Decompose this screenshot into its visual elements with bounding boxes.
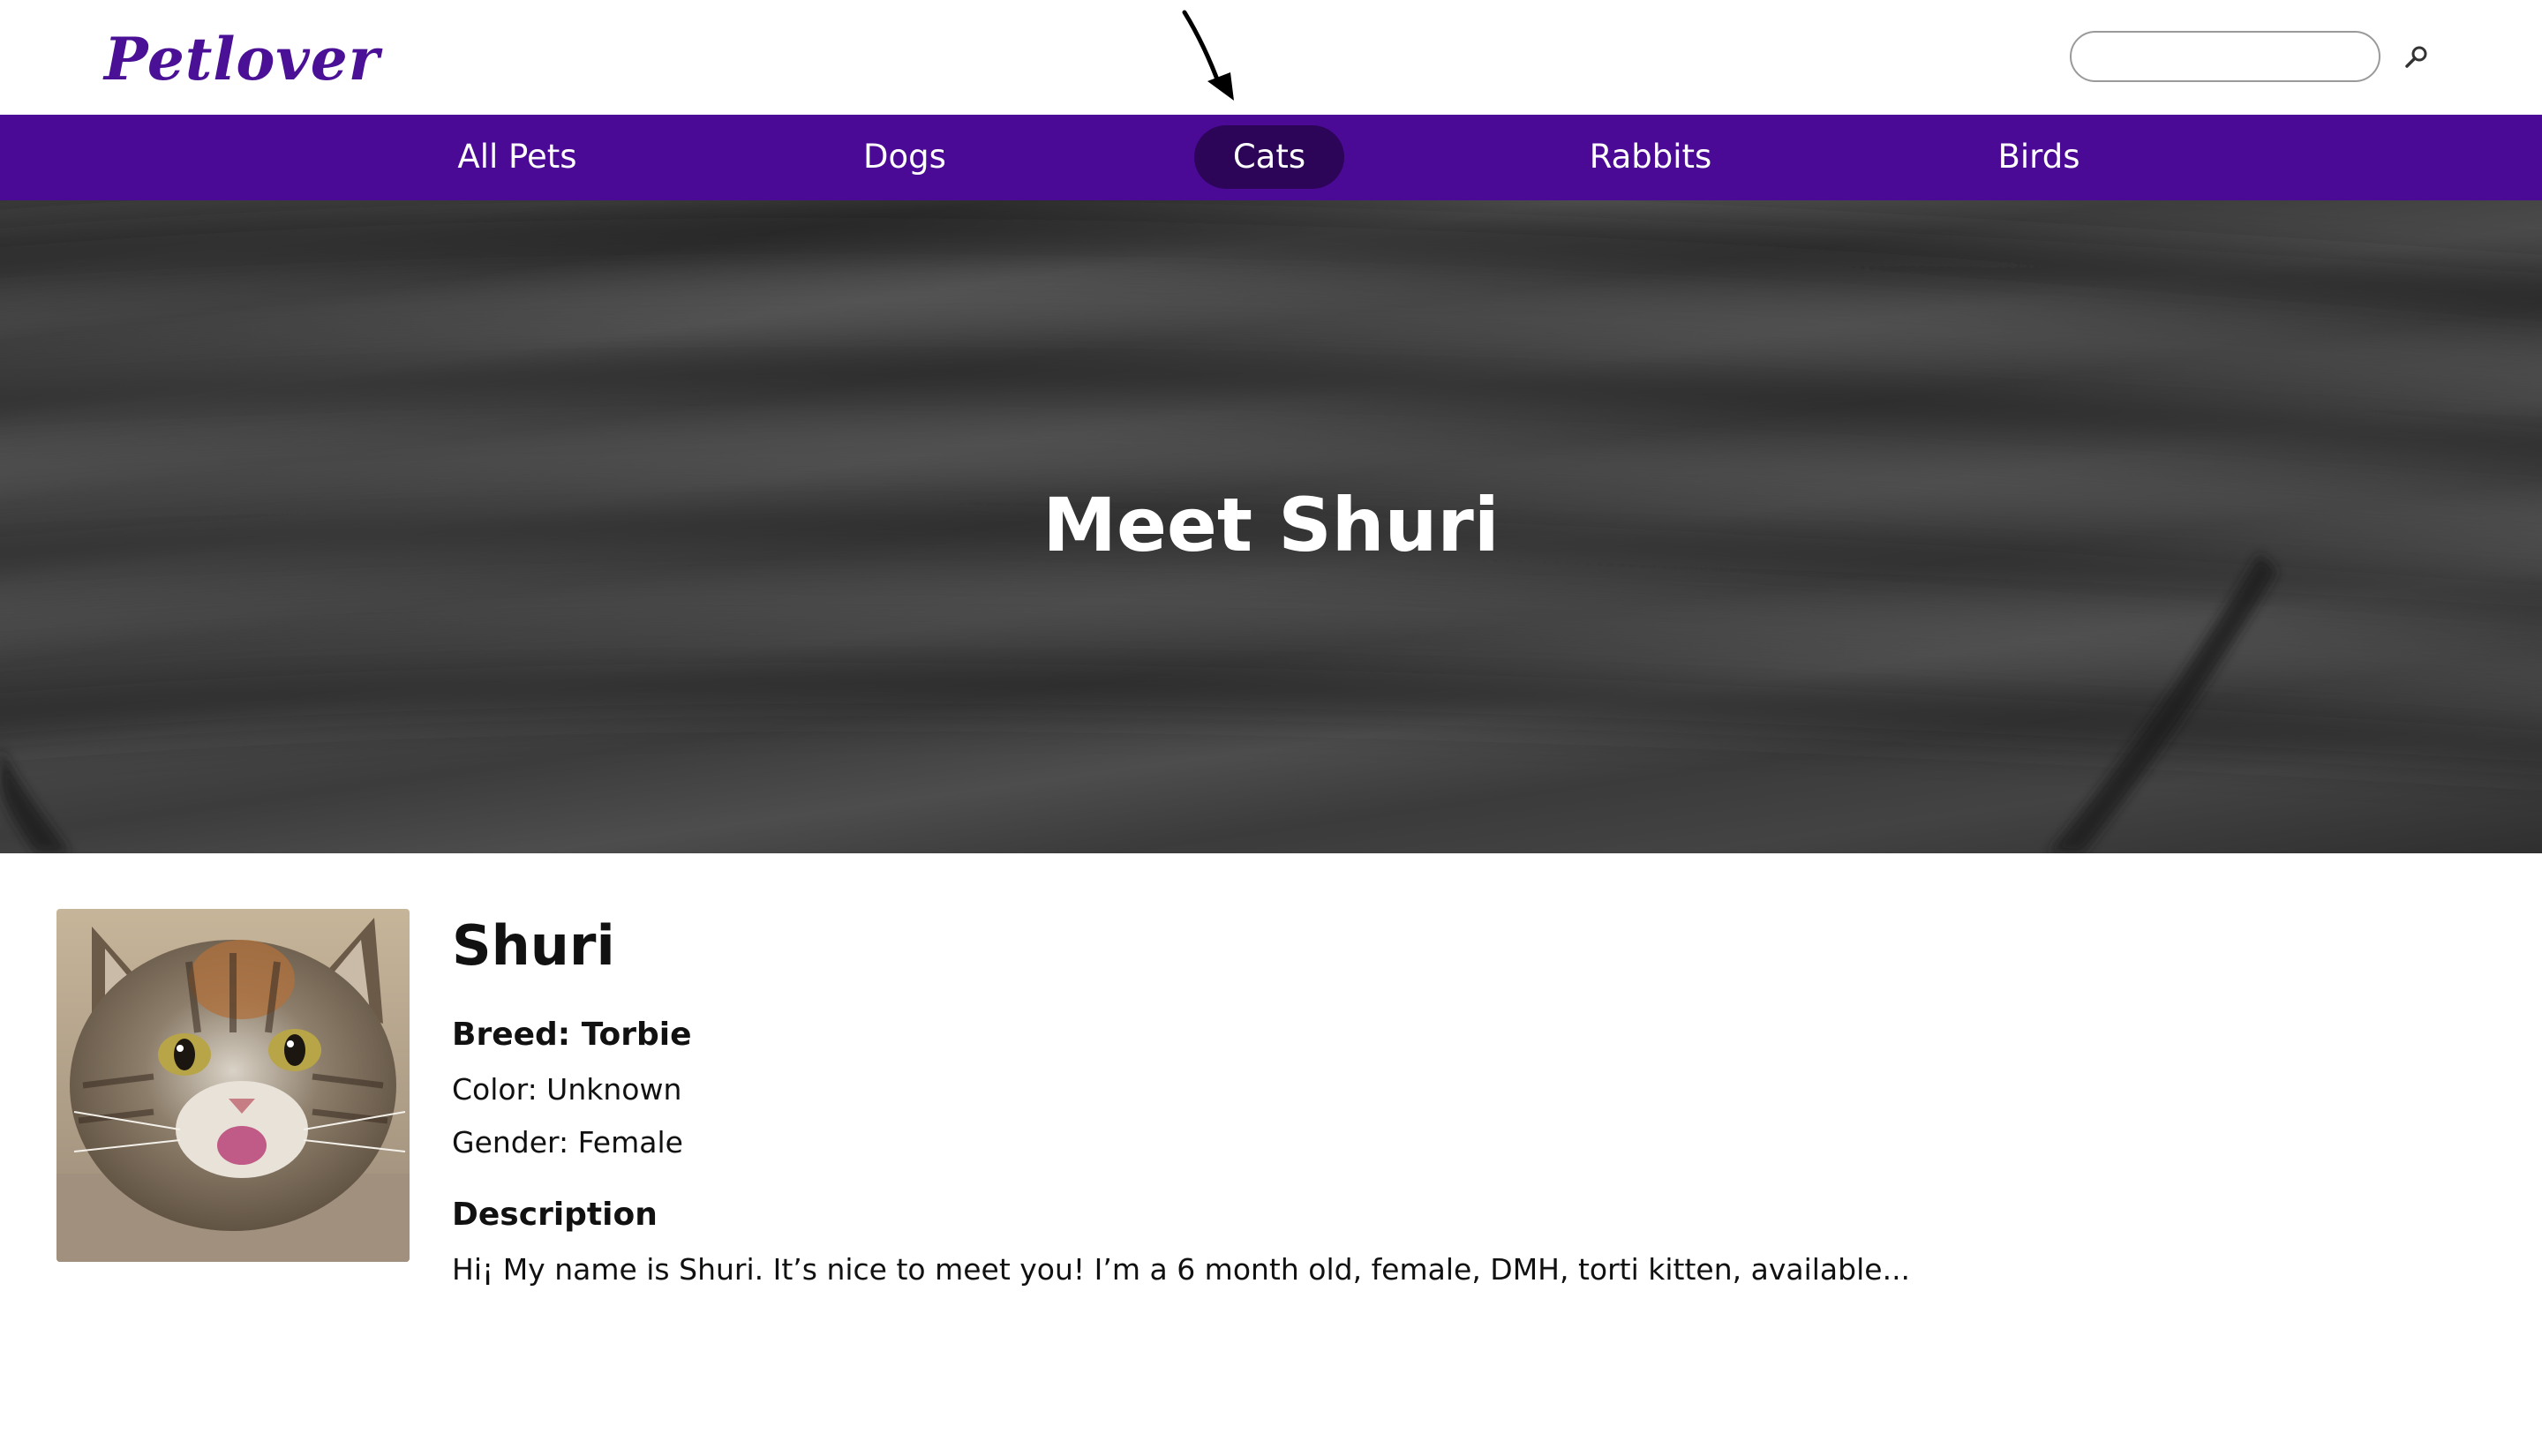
nav-item-dogs[interactable]: Dogs [812, 125, 997, 189]
pet-gender: Gender: Female [452, 1125, 683, 1160]
pet-breed: Breed: Torbie [452, 1017, 692, 1053]
site-header: Petlover [0, 0, 2542, 115]
search-icon[interactable] [2401, 42, 2431, 72]
search-input[interactable] [2070, 31, 2380, 82]
hero-title: Meet Shuri [1042, 482, 1500, 568]
description-heading: Description [452, 1197, 658, 1233]
site-logo[interactable]: Petlover [104, 19, 380, 99]
pet-name: Shuri [452, 913, 615, 978]
pet-description: Hi¡ My name is Shuri. It’s nice to meet … [452, 1252, 1911, 1287]
nav-item-rabbits[interactable]: Rabbits [1553, 125, 1748, 189]
arrow-annotation-icon [1182, 10, 1234, 101]
nav-item-cats[interactable]: Cats [1194, 125, 1344, 189]
main-nav: All Pets Dogs Cats Rabbits Birds [0, 115, 2542, 200]
hero-banner: Meet Shuri [0, 200, 2542, 853]
nav-item-birds[interactable]: Birds [1951, 125, 2127, 189]
pet-photo [56, 909, 410, 1262]
pet-color: Color: Unknown [452, 1072, 682, 1107]
nav-item-all-pets[interactable]: All Pets [411, 125, 623, 189]
